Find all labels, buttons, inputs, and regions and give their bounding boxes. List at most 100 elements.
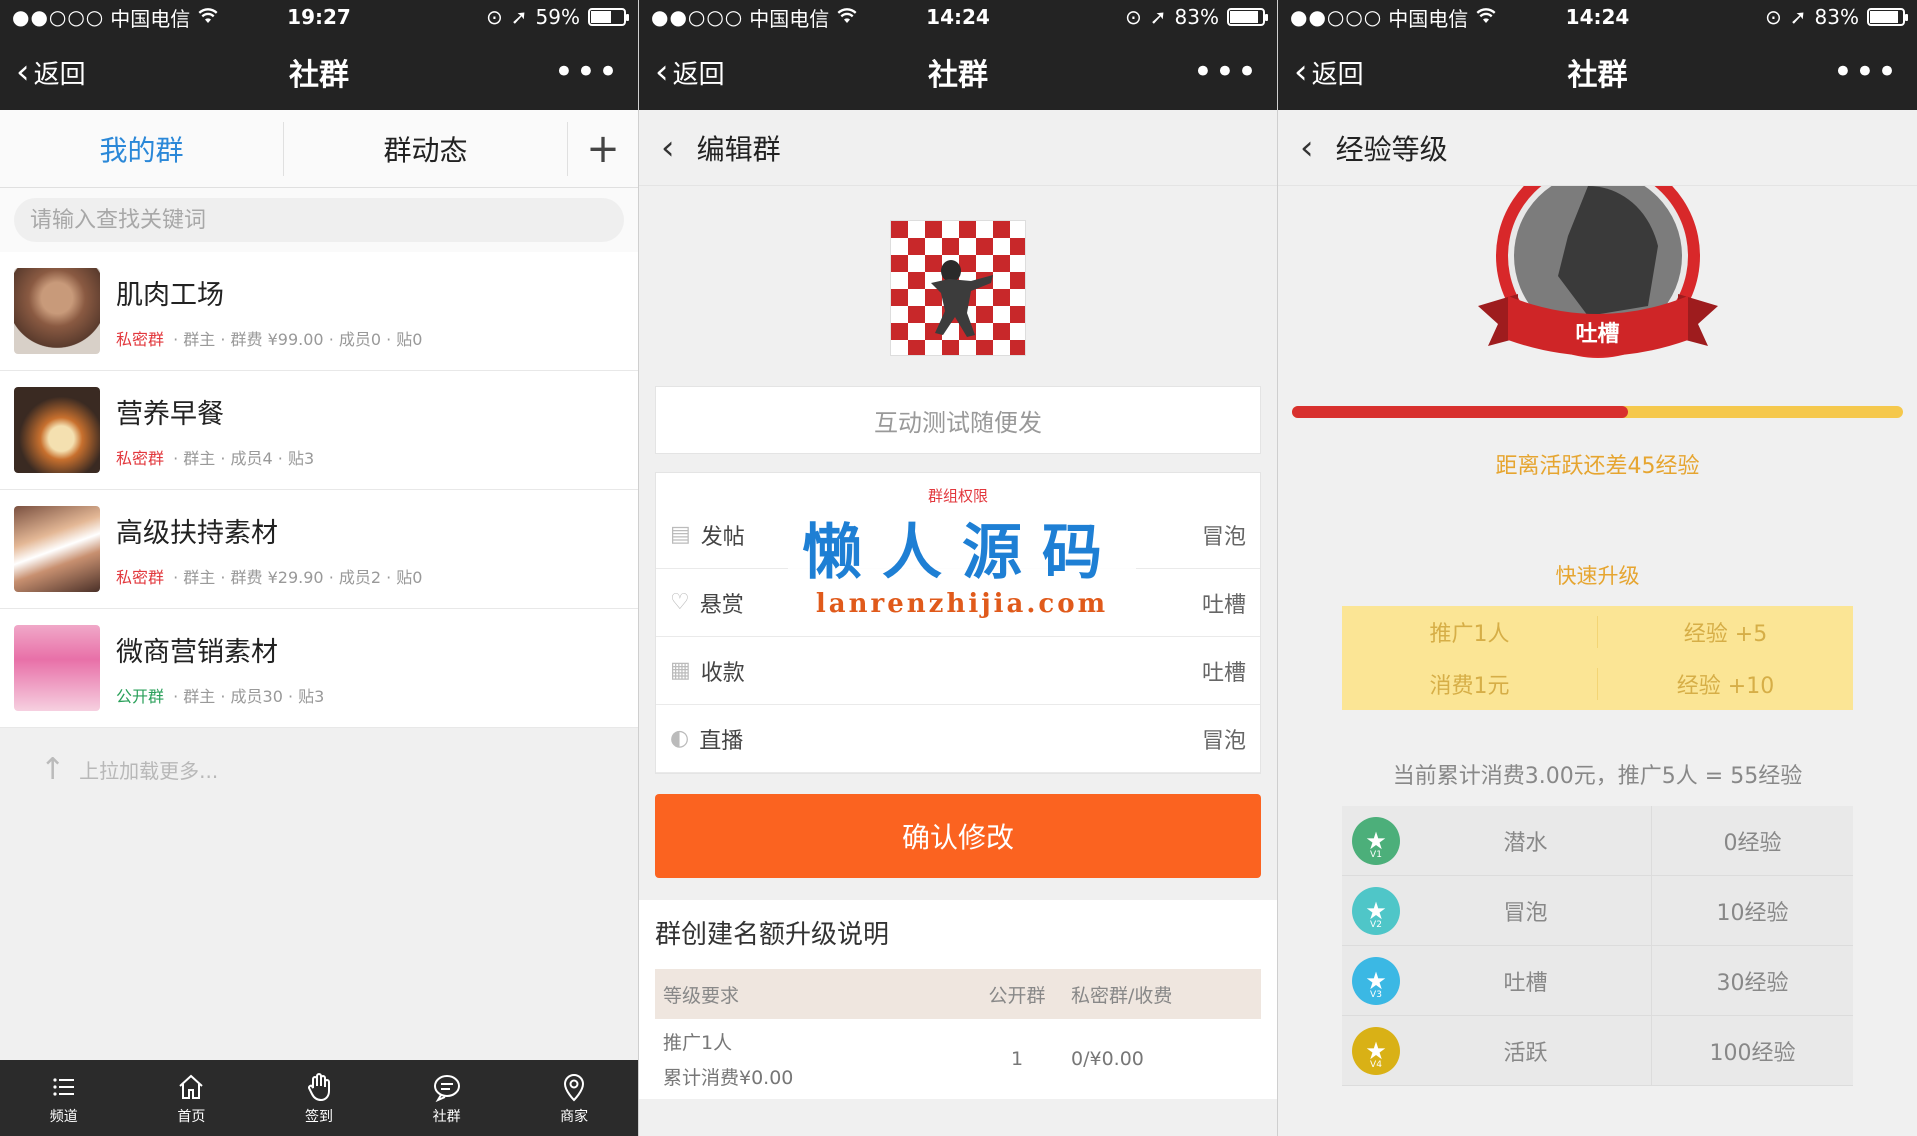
status-bar: ●●○○○ 中国电信 14:24 ⊙ ➚ 83% xyxy=(1278,0,1917,34)
wifi-icon xyxy=(198,5,218,29)
requirement-line: 累计消费¥0.00 xyxy=(663,1067,794,1089)
battery-icon xyxy=(1227,8,1268,26)
back-label: 返回 xyxy=(672,59,725,90)
tabbar-home[interactable]: 首页 xyxy=(128,1060,256,1136)
quick-reward: 经验 +10 xyxy=(1676,674,1775,699)
add-group-button[interactable]: + xyxy=(568,126,638,172)
star-icon: ★ V1 xyxy=(1352,816,1400,865)
page-header: ‹ 编辑群 xyxy=(639,110,1277,186)
level-row: ★ V2 冒泡 10经验 xyxy=(1342,876,1853,946)
group-type-badge: 公开群 xyxy=(116,686,165,706)
level-exp: 30经验 xyxy=(1716,970,1789,996)
confirm-button[interactable]: 确认修改 xyxy=(655,794,1261,878)
level-badge-graphic xyxy=(1477,186,1718,358)
watermark-logo: 懒人源码 lanrenzhijia.com xyxy=(788,517,1136,619)
arrow-up-icon: ↑ xyxy=(40,752,66,787)
quick-upgrade-row: 推广1人 经验 +5 xyxy=(1342,606,1853,658)
tabbar-merchant[interactable]: 商家 xyxy=(510,1060,638,1136)
tabbar-community[interactable]: 社群 xyxy=(383,1060,511,1136)
back-button[interactable]: ‹ 返回 xyxy=(1278,54,1364,91)
list-item[interactable]: 微商营销素材 公开群 · 群主 · 成员30 · 贴3 xyxy=(0,609,638,728)
group-type-badge: 私密群 xyxy=(116,448,165,468)
rules-title: 群创建名额升级说明 xyxy=(655,920,890,950)
logo-url: lanrenzhijia.com xyxy=(815,589,1109,619)
rules-table: 等级要求 公开群 私密群/收费 推广1人 累计消费¥0.00 1 0/¥0.00 xyxy=(655,969,1261,1099)
level-name: 吐槽 xyxy=(1400,946,1652,1015)
nav-bar: ‹ 返回 社群 ••• xyxy=(0,34,638,110)
nav-title: 社群 xyxy=(928,58,988,93)
group-name: 肌肉工场 xyxy=(116,279,224,311)
list-item[interactable]: 高级扶持素材 私密群 · 群主 · 群费 ¥29.90 · 成员2 · 贴0 xyxy=(0,490,638,609)
level-tag: V3 xyxy=(1370,989,1382,1000)
more-button[interactable]: ••• xyxy=(554,52,638,92)
back-label: 返回 xyxy=(1311,59,1364,90)
nav-bar: ‹ 返回 社群 ••• xyxy=(1278,34,1917,110)
permission-live[interactable]: ◐ 直播 冒泡 xyxy=(656,705,1260,773)
heart-icon: ♡ xyxy=(670,590,690,615)
table-row: 推广1人 累计消费¥0.00 1 0/¥0.00 xyxy=(655,1019,1261,1099)
level-name: 冒泡 xyxy=(1400,876,1652,945)
status-bar: ●●○○○ 中国电信 19:27 ⊙ ➚ 59% xyxy=(0,0,638,34)
quick-action: 消费1元 xyxy=(1342,668,1598,700)
battery-percent: 59% xyxy=(535,5,580,29)
more-button[interactable]: ••• xyxy=(1833,52,1917,92)
home-icon xyxy=(179,1074,204,1099)
bottom-tab-bar: 频道 首页 签到 社群 商家 xyxy=(0,1060,638,1136)
receipt-icon: ▦ xyxy=(670,658,691,683)
group-tabs: 我的群 群动态 + xyxy=(0,110,638,188)
badge-label: 吐槽 xyxy=(1575,322,1620,347)
tabbar-channel[interactable]: 频道 xyxy=(0,1060,128,1136)
group-name: 高级扶持素材 xyxy=(116,517,278,549)
chevron-left-icon: ‹ xyxy=(16,52,30,92)
tab-my-groups[interactable]: 我的群 xyxy=(0,110,283,187)
orientation-lock-icon: ⊙ xyxy=(1125,5,1142,29)
private-quota: 0/¥0.00 xyxy=(1071,1048,1144,1070)
hand-icon xyxy=(307,1072,330,1101)
tabbar-checkin[interactable]: 签到 xyxy=(255,1060,383,1136)
group-meta: · 群主 · 成员4 · 贴3 xyxy=(168,448,315,468)
location-pin-icon xyxy=(564,1073,585,1101)
group-type-badge: 私密群 xyxy=(116,567,165,587)
battery-percent: 83% xyxy=(1174,5,1219,29)
location-icon: ➚ xyxy=(1149,5,1167,29)
screen-edit-group: ●●○○○ 中国电信 14:24 ⊙ ➚ 83% ‹ 返回 社群 ••• ‹ 编辑… xyxy=(639,0,1278,1136)
level-row: ★ V1 潜水 0经验 xyxy=(1342,806,1853,876)
permission-value: 吐槽 xyxy=(1201,660,1246,686)
tab-group-feed[interactable]: 群动态 xyxy=(284,110,567,187)
list-item[interactable]: 营养早餐 私密群 · 群主 · 成员4 · 贴3 xyxy=(0,371,638,490)
orientation-lock-icon: ⊙ xyxy=(486,5,503,29)
permission-label: 悬赏 xyxy=(699,592,744,618)
chevron-left-icon[interactable]: ‹ xyxy=(661,128,675,168)
signal-indicator: ●●○○○ xyxy=(651,5,744,29)
group-type-badge: 私密群 xyxy=(116,329,165,349)
signal-indicator: ●●○○○ xyxy=(1290,5,1383,29)
level-list: ★ V1 潜水 0经验 ★ V2 冒泡 10经验 ★ V3 吐槽 30经验 ★ V4 活… xyxy=(1342,806,1853,1086)
search-input[interactable] xyxy=(14,198,624,242)
star-icon: ★ V4 xyxy=(1352,1026,1400,1075)
chat-icon xyxy=(433,1074,460,1102)
star-icon: ★ V3 xyxy=(1352,956,1400,1005)
back-button[interactable]: ‹ 返回 xyxy=(639,54,725,91)
more-button[interactable]: ••• xyxy=(1193,52,1277,92)
requirement-line: 推广1人 xyxy=(663,1032,733,1054)
carrier-name: 中国电信 xyxy=(110,6,191,31)
group-avatar[interactable] xyxy=(890,220,1026,356)
nav-bar: ‹ 返回 社群 ••• xyxy=(639,34,1277,110)
column-header: 私密群/收费 xyxy=(1071,984,1173,1007)
nav-title: 社群 xyxy=(1567,58,1628,93)
permission-payment[interactable]: ▦ 收款 吐槽 xyxy=(656,637,1260,705)
group-description-field[interactable]: 互动测试随便发 xyxy=(655,386,1261,454)
back-button[interactable]: ‹ 返回 xyxy=(0,54,86,91)
chevron-left-icon[interactable]: ‹ xyxy=(1300,128,1314,168)
upgrade-rules: 群创建名额升级说明 等级要求 公开群 私密群/收费 推广1人 累计消费¥0.00… xyxy=(639,900,1277,1099)
list-item[interactable]: 肌肉工场 私密群 · 群主 · 群费 ¥99.00 · 成员0 · 贴0 xyxy=(0,252,638,371)
permissions-panel: 群组权限 ▤ 发帖 冒泡 ♡ 悬赏 吐槽 ▦ 收款 吐槽 ◐ 直播 冒泡 懒人源… xyxy=(655,472,1261,774)
permission-value: 冒泡 xyxy=(1201,728,1246,754)
level-name: 潜水 xyxy=(1400,806,1652,875)
level-exp: 10经验 xyxy=(1716,900,1789,926)
level-row: ★ V4 活跃 100经验 xyxy=(1342,1016,1853,1086)
post-icon: ▤ xyxy=(670,522,691,547)
page-title: 编辑群 xyxy=(696,132,781,166)
logo-text: 懒人源码 xyxy=(802,518,1122,588)
signal-indicator: ●●○○○ xyxy=(12,5,105,29)
